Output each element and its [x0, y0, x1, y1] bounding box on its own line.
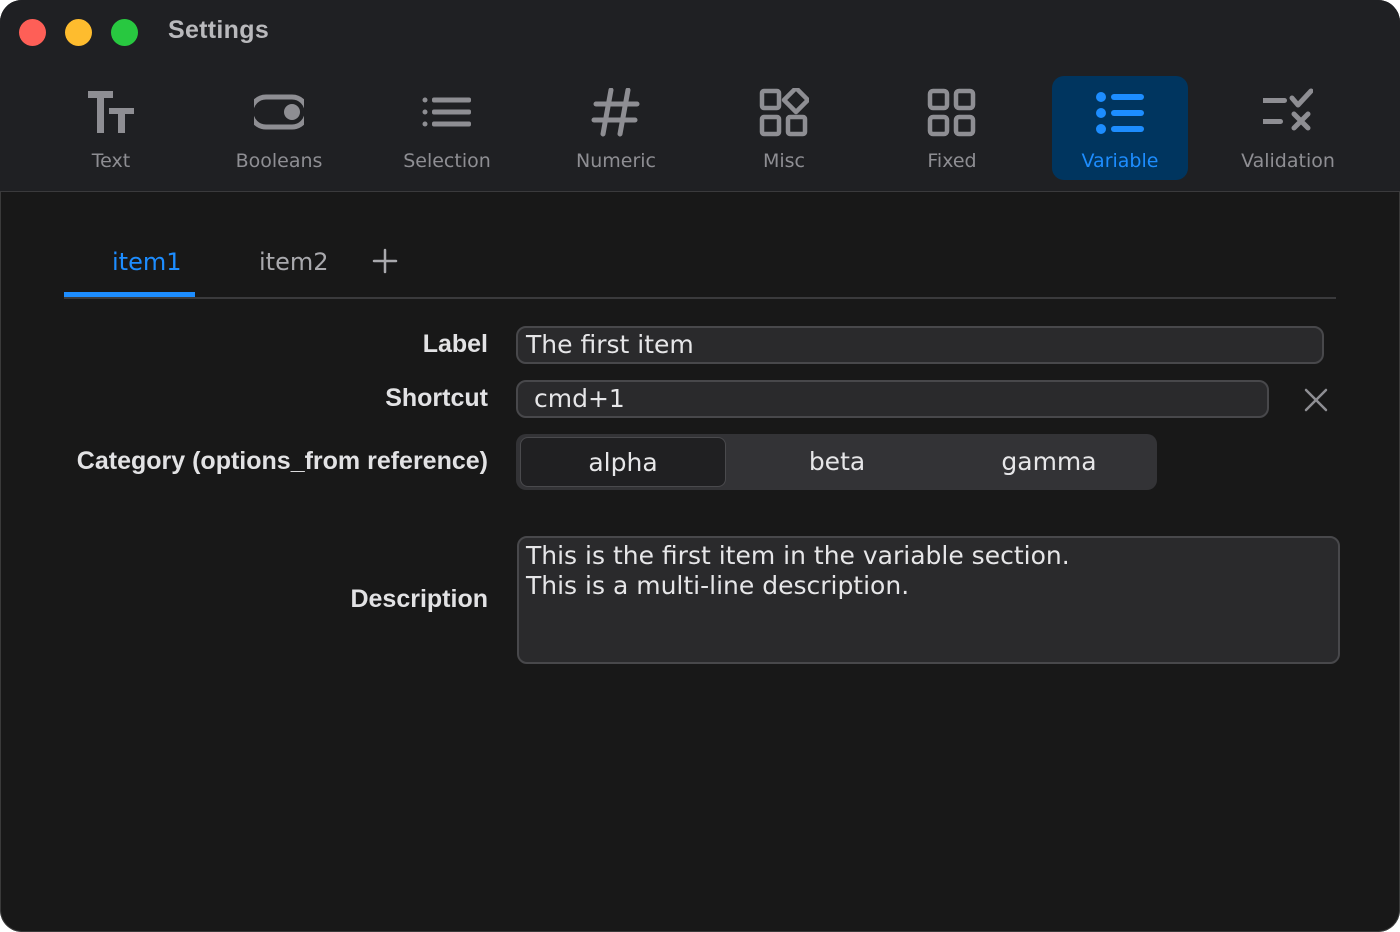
tab-item2[interactable]: item2: [259, 248, 329, 276]
category-option-gamma[interactable]: gamma: [946, 437, 1152, 487]
toolbar-item-validation[interactable]: Validation: [1220, 76, 1356, 180]
shortcut-input[interactable]: cmd+1: [516, 380, 1269, 418]
toolbar-item-label: Misc: [762, 150, 806, 172]
toolbar-item-label: Validation: [1241, 150, 1335, 172]
list-icon: [422, 97, 471, 127]
description-field-label: Description: [350, 585, 488, 613]
category-option-alpha[interactable]: alpha: [520, 437, 726, 487]
toolbar-item-label: Numeric: [576, 150, 656, 172]
item-tabs: item1 item2: [64, 240, 1336, 299]
active-tab-indicator: [64, 292, 195, 297]
clear-shortcut-icon[interactable]: [1300, 384, 1332, 416]
toolbar-item-variable[interactable]: Variable: [1052, 76, 1188, 180]
category-segmented-control: alpha beta gamma: [516, 434, 1157, 490]
close-window-button[interactable]: [19, 19, 46, 46]
shortcut-field-label: Shortcut: [385, 384, 488, 412]
bulleted-list-icon: [1096, 92, 1144, 134]
settings-toolbar: Text Booleans Selection Numeric Misc Fix…: [0, 64, 1400, 192]
toolbar-item-booleans[interactable]: Booleans: [211, 76, 347, 180]
label-input[interactable]: The first item: [516, 326, 1324, 364]
category-field-label: Category (options_from reference): [76, 447, 488, 475]
misc-shapes-icon: [759, 88, 809, 137]
grid-icon: [927, 88, 976, 137]
validation-check-icon: [1263, 88, 1313, 131]
number-sign-icon: [591, 88, 640, 137]
toolbar-item-label: Selection: [403, 150, 491, 172]
toolbar-item-label: Text: [91, 150, 131, 172]
label-field-label: Label: [422, 330, 488, 358]
tab-item1[interactable]: item1: [112, 248, 182, 276]
window-title: Settings: [168, 16, 270, 44]
toolbar-item-label: Fixed: [927, 150, 977, 172]
minimize-window-button[interactable]: [65, 19, 92, 46]
toolbar-item-numeric[interactable]: Numeric: [548, 76, 684, 180]
toolbar-item-misc[interactable]: Misc: [716, 76, 852, 180]
text-size-icon: [88, 91, 134, 133]
add-tab-icon[interactable]: [370, 246, 400, 276]
description-textarea[interactable]: This is the first item in the variable s…: [517, 536, 1340, 664]
toolbar-item-label: Variable: [1081, 150, 1159, 172]
title-bar: Settings: [0, 0, 1400, 64]
toggle-icon: [254, 94, 304, 130]
toolbar-item-label: Booleans: [235, 150, 323, 172]
toolbar-item-fixed[interactable]: Fixed: [884, 76, 1020, 180]
settings-window: Settings Text Booleans Selection Numeric…: [0, 0, 1400, 932]
toolbar-item-text[interactable]: Text: [43, 76, 179, 180]
toolbar-item-selection[interactable]: Selection: [379, 76, 515, 180]
category-option-beta[interactable]: beta: [734, 437, 940, 487]
maximize-window-button[interactable]: [111, 19, 138, 46]
